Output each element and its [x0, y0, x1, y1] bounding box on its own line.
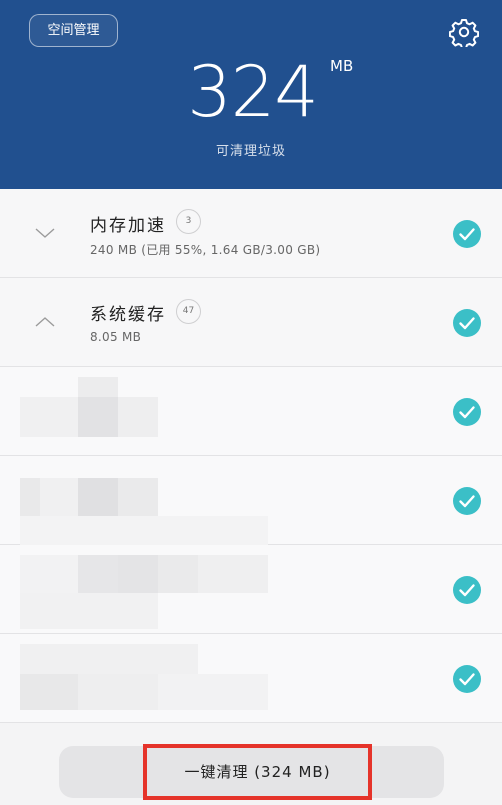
item-title: 系统缓存	[90, 305, 166, 325]
highlight-box	[143, 744, 372, 800]
header: 空间管理 324 MB 可清理垃圾	[0, 0, 502, 189]
blurred-content	[20, 377, 160, 443]
check-circle-icon[interactable]	[453, 309, 481, 337]
list-item-memory-boost[interactable]: 内存加速 3 240 MB (已用 55%, 1.64 GB/3.00 GB)	[0, 189, 502, 278]
gear-icon[interactable]	[449, 17, 479, 47]
list-item-blurred[interactable]	[0, 367, 502, 456]
list-item-blurred[interactable]	[0, 545, 502, 634]
check-circle-icon[interactable]	[453, 398, 481, 426]
list-item-blurred[interactable]	[0, 456, 502, 545]
item-count-badge: 3	[176, 209, 201, 234]
blurred-content	[20, 634, 270, 723]
junk-size-label: 可清理垃圾	[215, 144, 286, 159]
blurred-content	[20, 456, 270, 545]
item-title: 内存加速	[90, 216, 166, 236]
check-circle-icon[interactable]	[453, 220, 481, 248]
check-circle-icon[interactable]	[453, 665, 481, 693]
list-item-blurred[interactable]	[0, 634, 502, 723]
junk-size-unit: MB	[330, 57, 354, 75]
check-circle-icon[interactable]	[453, 576, 481, 604]
chevron-up-icon[interactable]	[30, 312, 60, 332]
junk-size-value: 324	[187, 51, 319, 133]
item-detail: 8.05 MB	[90, 330, 142, 344]
blurred-content	[20, 545, 270, 634]
space-management-button[interactable]: 空间管理	[29, 14, 118, 47]
item-count-badge: 47	[176, 299, 201, 324]
list-item-system-cache[interactable]: 系统缓存 47 8.05 MB	[0, 278, 502, 367]
item-detail: 240 MB (已用 55%, 1.64 GB/3.00 GB)	[90, 243, 321, 257]
chevron-down-icon[interactable]	[30, 223, 60, 243]
check-circle-icon[interactable]	[453, 487, 481, 515]
